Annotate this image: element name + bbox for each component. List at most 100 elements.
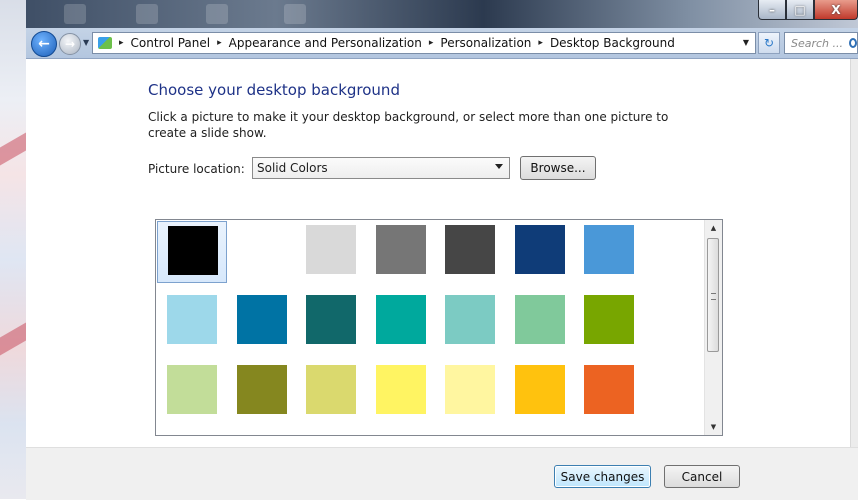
- maximize-button[interactable]: □: [786, 0, 814, 20]
- color-swatch[interactable]: [435, 361, 505, 423]
- color-swatch[interactable]: [435, 221, 505, 283]
- swatch-color: [236, 295, 287, 344]
- color-swatch[interactable]: [157, 221, 227, 283]
- color-swatch[interactable]: [157, 291, 227, 353]
- scroll-up-icon[interactable]: ▲: [705, 220, 722, 236]
- wallpaper-stripe: [0, 132, 26, 166]
- page-description: Click a picture to make it your desktop …: [148, 110, 669, 140]
- color-swatch[interactable]: [574, 431, 644, 436]
- swatch-color: [445, 365, 495, 414]
- desktop-icon: [284, 4, 306, 24]
- color-swatch[interactable]: [227, 431, 297, 436]
- color-swatch[interactable]: [157, 361, 227, 423]
- refresh-button[interactable]: ↻: [758, 32, 780, 54]
- breadcrumb-separator-icon[interactable]: ▸: [119, 38, 124, 48]
- desktop-wallpaper: [0, 0, 26, 499]
- vertical-scrollbar[interactable]: ▲ ▼: [704, 220, 722, 435]
- swatch-color: [584, 295, 634, 344]
- color-swatch[interactable]: [227, 361, 297, 423]
- color-swatch[interactable]: [574, 291, 644, 353]
- color-swatch[interactable]: [366, 291, 436, 353]
- desktop-icon: [206, 4, 228, 24]
- swatch-color: [445, 295, 495, 344]
- address-bar[interactable]: ▸ Control Panel ▸ Appearance and Persona…: [92, 32, 756, 54]
- breadcrumb-appearance[interactable]: Appearance and Personalization: [229, 36, 422, 50]
- swatch-color: [584, 365, 634, 414]
- recent-pages-dropdown-icon[interactable]: ▼: [83, 38, 89, 47]
- scroll-down-icon[interactable]: ▼: [705, 419, 722, 435]
- minimize-button[interactable]: –: [758, 0, 786, 20]
- back-arrow-icon: ←: [38, 36, 50, 52]
- swatch-color: [237, 435, 287, 436]
- search-icon[interactable]: [849, 38, 857, 48]
- scrollbar-thumb[interactable]: [707, 238, 719, 352]
- color-swatch[interactable]: [296, 291, 366, 353]
- color-swatch[interactable]: [505, 291, 575, 353]
- color-swatch[interactable]: [296, 361, 366, 423]
- color-swatch[interactable]: [296, 221, 366, 283]
- address-history-dropdown-icon[interactable]: ▼: [743, 38, 749, 47]
- color-swatch[interactable]: [435, 291, 505, 353]
- swatch-color: [167, 295, 217, 344]
- navigation-bar: ← → ▼ ▸ Control Panel ▸ Appearance and P…: [26, 28, 858, 59]
- desktop-icon: [136, 4, 158, 24]
- swatch-color: [306, 295, 356, 344]
- minimize-icon: –: [769, 2, 775, 17]
- title-bar[interactable]: – □ X: [26, 0, 858, 28]
- save-changes-button[interactable]: Save changes: [554, 465, 651, 488]
- color-swatch[interactable]: [366, 361, 436, 423]
- wallpaper-stripe: [0, 322, 26, 356]
- chevron-down-icon: [495, 164, 503, 169]
- footer-bar: Save changes Cancel: [26, 447, 858, 500]
- swatch-color: [514, 295, 565, 344]
- swatch-color: [236, 225, 287, 274]
- swatch-color: [375, 295, 426, 344]
- breadcrumb-separator-icon[interactable]: ▸: [429, 38, 434, 48]
- swatch-color: [514, 225, 565, 274]
- swatch-color: [167, 435, 217, 436]
- control-panel-icon: [98, 37, 112, 49]
- color-picker-list[interactable]: ▲ ▼: [155, 219, 723, 436]
- close-button[interactable]: X: [814, 0, 858, 20]
- swatch-color: [445, 225, 495, 274]
- forward-button[interactable]: →: [59, 33, 81, 55]
- back-button[interactable]: ←: [31, 31, 57, 57]
- color-swatch[interactable]: [296, 431, 366, 436]
- color-swatch[interactable]: [157, 431, 227, 436]
- close-icon: X: [831, 2, 841, 17]
- color-swatch[interactable]: [227, 221, 297, 283]
- color-swatch[interactable]: [227, 291, 297, 353]
- breadcrumb-control-panel[interactable]: Control Panel: [131, 36, 211, 50]
- swatch-color: [167, 365, 217, 414]
- swatch-color: [584, 435, 634, 436]
- search-input[interactable]: [789, 35, 847, 51]
- swatch-color: [515, 435, 565, 436]
- swatch-color: [375, 225, 426, 274]
- swatch-color: [306, 365, 356, 414]
- color-swatch[interactable]: [366, 431, 436, 436]
- window-scrollbar[interactable]: [850, 59, 858, 447]
- color-swatch[interactable]: [366, 221, 436, 283]
- color-swatch[interactable]: [505, 221, 575, 283]
- breadcrumb-desktop-background[interactable]: Desktop Background: [550, 36, 675, 50]
- color-swatch[interactable]: [505, 431, 575, 436]
- swatch-color: [445, 435, 495, 436]
- swatch-color: [168, 226, 218, 275]
- refresh-icon: ↻: [763, 36, 775, 50]
- breadcrumb-personalization[interactable]: Personalization: [440, 36, 531, 50]
- picture-location-dropdown[interactable]: Solid Colors: [252, 157, 510, 179]
- color-swatch[interactable]: [574, 361, 644, 423]
- color-swatch[interactable]: [435, 431, 505, 436]
- breadcrumb-separator-icon[interactable]: ▸: [217, 38, 222, 48]
- browse-button[interactable]: Browse...: [520, 156, 596, 180]
- color-swatch[interactable]: [574, 221, 644, 283]
- cancel-button[interactable]: Cancel: [664, 465, 740, 488]
- swatch-color: [584, 225, 634, 274]
- breadcrumb-separator-icon[interactable]: ▸: [538, 38, 543, 48]
- swatch-color: [376, 435, 426, 436]
- forward-arrow-icon: →: [64, 37, 76, 51]
- page-title: Choose your desktop background: [148, 81, 400, 99]
- swatch-color: [306, 435, 356, 436]
- search-box[interactable]: [784, 32, 858, 54]
- color-swatch[interactable]: [505, 361, 575, 423]
